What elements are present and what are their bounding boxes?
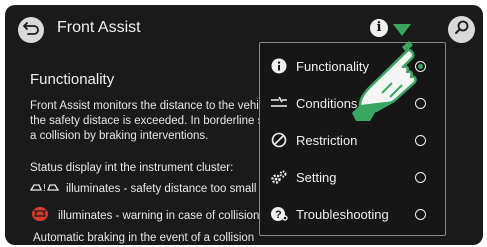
tap-hand-icon (330, 37, 435, 127)
info-icon[interactable]: i (370, 19, 388, 37)
conditions-icon (268, 96, 290, 110)
status-row-collision: illuminates - warning in case of collisi… (30, 206, 259, 225)
menu-item-label: Troubleshooting (296, 206, 389, 222)
back-button[interactable] (18, 17, 44, 43)
info-icon (268, 58, 290, 74)
distance-warning-icon: ! (29, 181, 60, 196)
dropdown-indicator-icon[interactable] (393, 24, 411, 36)
status-row-text: illuminates - safety distance too small (66, 182, 257, 195)
radio-unselected[interactable] (415, 209, 426, 220)
app-screen: Front Assist i Functionality Front Assis… (5, 5, 483, 245)
restriction-icon (268, 132, 290, 148)
radio-unselected[interactable] (415, 135, 426, 146)
svg-text:!: ! (43, 183, 46, 193)
menu-item-label: Restriction (296, 132, 358, 148)
gears-icon (268, 169, 290, 185)
menu-item-restriction[interactable]: Restriction (260, 124, 445, 156)
collision-warning-icon (30, 206, 50, 225)
svg-text:?: ? (275, 209, 282, 221)
help-icon: ? (268, 206, 290, 222)
status-row-distance: ! illuminates - safety distance too smal… (29, 181, 257, 196)
menu-item-troubleshooting[interactable]: ? Troubleshooting (260, 198, 445, 230)
menu-item-label: Setting (296, 169, 337, 185)
status-display-label: Status display int the instrument cluste… (30, 162, 234, 174)
status-row-text: illuminates - warning in case of collisi… (58, 209, 260, 222)
search-button[interactable] (448, 16, 475, 43)
section-heading: Functionality (30, 71, 115, 88)
radio-unselected[interactable] (415, 172, 426, 183)
automatic-braking-text: Automatic braking in the event of a coll… (33, 232, 255, 244)
menu-item-setting[interactable]: Setting (260, 161, 445, 193)
page-title: Front Assist (57, 19, 141, 36)
search-icon (454, 19, 470, 40)
back-arrow-icon (23, 21, 39, 40)
